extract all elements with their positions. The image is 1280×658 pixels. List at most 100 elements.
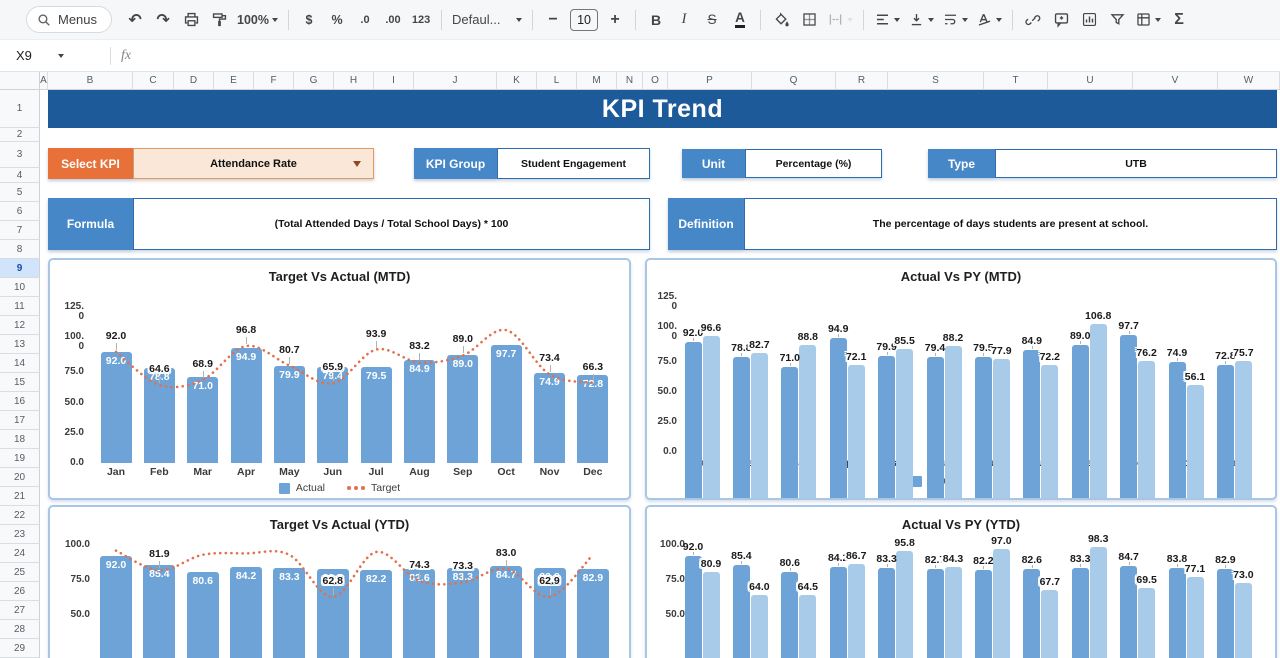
row-header-15[interactable]: 15 bbox=[0, 373, 40, 392]
column-header-D[interactable]: D bbox=[174, 72, 214, 90]
row-header-1[interactable]: 1 bbox=[0, 90, 40, 128]
horizontal-align-button[interactable] bbox=[871, 7, 903, 33]
insert-link-button[interactable] bbox=[1020, 7, 1046, 33]
column-header-S[interactable]: S bbox=[888, 72, 984, 90]
increase-decimal-button[interactable]: .00 bbox=[380, 7, 406, 33]
redo-button[interactable]: ↷ bbox=[150, 7, 176, 33]
py-bar bbox=[1234, 582, 1252, 658]
row-header-20[interactable]: 20 bbox=[0, 468, 40, 487]
strikethrough-button[interactable]: S bbox=[699, 7, 725, 33]
actual-bar bbox=[1071, 345, 1089, 498]
insert-comment-button[interactable] bbox=[1048, 7, 1074, 33]
chart-actual-vs-py-ytd[interactable]: Actual Vs PY (YTD) 100.0 75.0 50.0 92.0 85.4 8… bbox=[645, 505, 1277, 658]
month-label-sep: Sep bbox=[453, 466, 473, 478]
functions-button[interactable]: Σ bbox=[1166, 7, 1192, 33]
column-header-J[interactable]: J bbox=[414, 72, 497, 90]
print-button[interactable] bbox=[178, 7, 204, 33]
row-header-23[interactable]: 23 bbox=[0, 525, 40, 544]
text-wrap-button[interactable] bbox=[939, 7, 971, 33]
font-family-select[interactable]: Defaul... bbox=[449, 7, 525, 33]
format-currency-button[interactable]: $ bbox=[296, 7, 322, 33]
pivot-table-button[interactable] bbox=[1132, 7, 1164, 33]
undo-button[interactable]: ↶ bbox=[122, 7, 148, 33]
menus-button[interactable]: Menus bbox=[26, 6, 113, 33]
row-header-4[interactable]: 4 bbox=[0, 168, 40, 183]
row-header-9[interactable]: 9 bbox=[0, 259, 40, 278]
column-header-H[interactable]: H bbox=[334, 72, 374, 90]
row-header-21[interactable]: 21 bbox=[0, 487, 40, 506]
column-header-U[interactable]: U bbox=[1048, 72, 1133, 90]
decrease-font-size-button[interactable]: − bbox=[540, 7, 566, 33]
row-header-19[interactable]: 19 bbox=[0, 449, 40, 468]
kpi-dropdown[interactable]: Attendance Rate bbox=[133, 148, 374, 179]
actual-bar bbox=[829, 567, 847, 658]
column-header-A[interactable]: A bbox=[40, 72, 48, 90]
increase-font-size-button[interactable]: + bbox=[602, 7, 628, 33]
row-header-22[interactable]: 22 bbox=[0, 506, 40, 525]
row-header-26[interactable]: 26 bbox=[0, 582, 40, 601]
italic-button[interactable]: I bbox=[671, 7, 697, 33]
target-label: 92.0 bbox=[105, 329, 127, 342]
column-header-K[interactable]: K bbox=[497, 72, 537, 90]
bold-button[interactable]: B bbox=[643, 7, 669, 33]
row-header-27[interactable]: 27 bbox=[0, 601, 40, 620]
column-header-G[interactable]: G bbox=[294, 72, 334, 90]
name-box[interactable]: X9 bbox=[0, 48, 100, 63]
row-header-18[interactable]: 18 bbox=[0, 430, 40, 449]
column-header-P[interactable]: P bbox=[668, 72, 752, 90]
chart-target-vs-actual-mtd[interactable]: Target Vs Actual (MTD) 125.0 100.0 75.0 50.0… bbox=[48, 258, 631, 500]
row-header-11[interactable]: 11 bbox=[0, 297, 40, 316]
merge-cells-button[interactable] bbox=[824, 7, 856, 33]
fill-color-button[interactable] bbox=[768, 7, 794, 33]
format-percent-button[interactable]: % bbox=[324, 7, 350, 33]
row-header-29[interactable]: 29 bbox=[0, 639, 40, 658]
row-header-5[interactable]: 5 bbox=[0, 183, 40, 202]
select-all-corner[interactable] bbox=[0, 72, 40, 90]
row-header-17[interactable]: 17 bbox=[0, 411, 40, 430]
chart-actual-vs-py-mtd[interactable]: Actual Vs PY (MTD) 125.0 100.0 75.0 50.0 25.0… bbox=[645, 258, 1277, 500]
actual-bar-label: 79.9 bbox=[279, 369, 300, 382]
column-header-C[interactable]: C bbox=[133, 72, 174, 90]
column-header-R[interactable]: R bbox=[836, 72, 888, 90]
row-header-24[interactable]: 24 bbox=[0, 544, 40, 563]
column-header-V[interactable]: V bbox=[1133, 72, 1218, 90]
row-header-28[interactable]: 28 bbox=[0, 620, 40, 639]
insert-chart-button[interactable] bbox=[1076, 7, 1102, 33]
paint-format-button[interactable] bbox=[206, 7, 232, 33]
column-header-M[interactable]: M bbox=[577, 72, 617, 90]
column-header-I[interactable]: I bbox=[374, 72, 414, 90]
row-header-14[interactable]: 14 bbox=[0, 354, 40, 373]
row-header-6[interactable]: 6 bbox=[0, 202, 40, 221]
column-header-O[interactable]: O bbox=[643, 72, 668, 90]
font-size-input[interactable]: 10 bbox=[570, 8, 599, 31]
y-axis-tick-label: 75.0 bbox=[70, 574, 90, 585]
row-header-3[interactable]: 3 bbox=[0, 142, 40, 168]
column-header-E[interactable]: E bbox=[214, 72, 254, 90]
column-header-Q[interactable]: Q bbox=[752, 72, 836, 90]
row-header-8[interactable]: 8 bbox=[0, 240, 40, 259]
row-header-2[interactable]: 2 bbox=[0, 128, 40, 142]
number-format-button[interactable]: 123 bbox=[408, 7, 434, 33]
formula-input[interactable] bbox=[131, 40, 1280, 71]
text-color-button[interactable]: A bbox=[727, 7, 753, 33]
borders-button[interactable] bbox=[796, 7, 822, 33]
row-header-12[interactable]: 12 bbox=[0, 316, 40, 335]
column-header-F[interactable]: F bbox=[254, 72, 294, 90]
chart-target-vs-actual-ytd[interactable]: Target Vs Actual (YTD) 100.0 75.0 50.0 92.0 8… bbox=[48, 505, 631, 658]
decrease-decimal-button[interactable]: .0 bbox=[352, 7, 378, 33]
row-header-16[interactable]: 16 bbox=[0, 392, 40, 411]
row-header-13[interactable]: 13 bbox=[0, 335, 40, 354]
column-header-T[interactable]: T bbox=[984, 72, 1048, 90]
text-rotation-button[interactable] bbox=[973, 7, 1005, 33]
filter-button[interactable] bbox=[1104, 7, 1130, 33]
column-header-W[interactable]: W bbox=[1218, 72, 1280, 90]
row-header-7[interactable]: 7 bbox=[0, 221, 40, 240]
column-header-B[interactable]: B bbox=[48, 72, 133, 90]
column-header-L[interactable]: L bbox=[537, 72, 577, 90]
row-header-10[interactable]: 10 bbox=[0, 278, 40, 297]
target-label: 62.8 bbox=[322, 575, 343, 588]
vertical-align-button[interactable] bbox=[905, 7, 937, 33]
column-header-N[interactable]: N bbox=[617, 72, 643, 90]
zoom-select[interactable]: 100% bbox=[234, 7, 281, 33]
row-header-25[interactable]: 25 bbox=[0, 563, 40, 582]
